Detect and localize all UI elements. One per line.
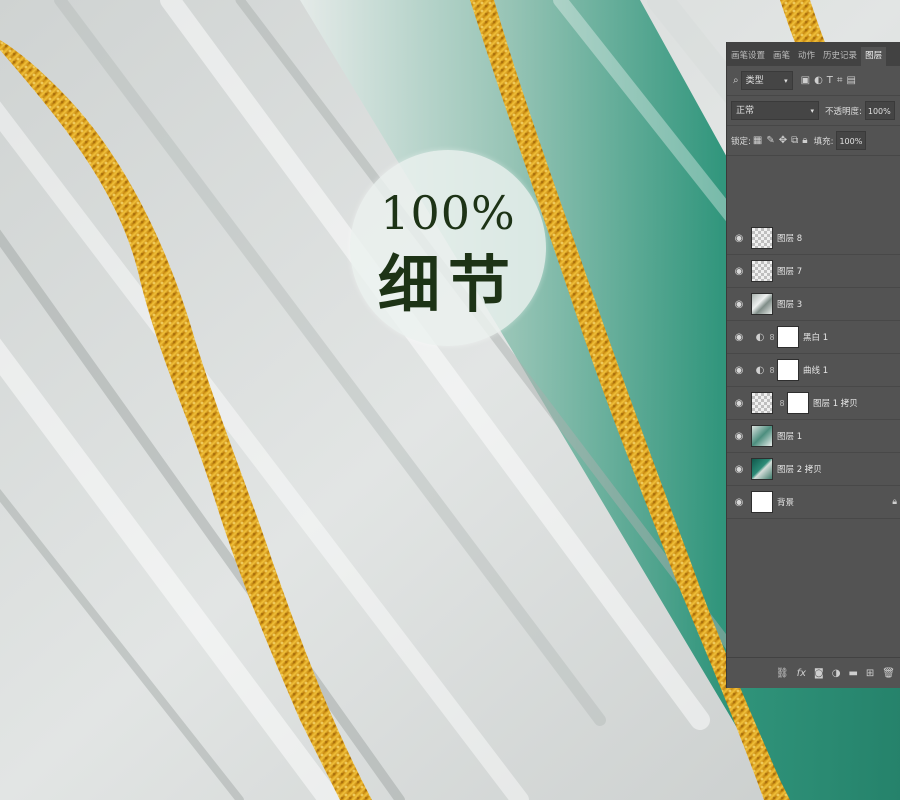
layer-row[interactable]: ◉ 图层 3 bbox=[727, 288, 900, 321]
tab-3[interactable]: 历史记录 bbox=[819, 47, 861, 66]
visibility-eye-icon[interactable]: ◉ bbox=[727, 464, 751, 475]
smart-object-filter-icon[interactable]: ▤ bbox=[847, 75, 856, 86]
lock-row: 锁定: ▦ ✎ ✥ ⧉ 🔒︎ 填充: 100% bbox=[727, 126, 900, 156]
layer-thumbnail bbox=[751, 491, 773, 513]
lock-artboard-icon[interactable]: ⧉ bbox=[791, 135, 798, 146]
adjustment-layer-icon: ◐ bbox=[755, 364, 765, 376]
layer-row[interactable]: ◉ 图层 7 bbox=[727, 255, 900, 288]
layer-row[interactable]: ◉ 8 图层 1 拷贝 bbox=[727, 387, 900, 420]
lock-paint-icon[interactable]: ✎ bbox=[766, 135, 774, 146]
layer-mask-thumbnail[interactable] bbox=[787, 392, 809, 414]
layer-row[interactable]: ◉ 图层 1 bbox=[727, 420, 900, 453]
visibility-eye-icon[interactable]: ◉ bbox=[727, 398, 751, 409]
layer-lock-icon: 🔒︎ bbox=[892, 497, 897, 507]
visibility-eye-icon[interactable]: ◉ bbox=[727, 233, 751, 244]
visibility-eye-icon[interactable]: ◉ bbox=[727, 431, 751, 442]
opacity-value: 100% bbox=[867, 107, 891, 116]
layer-name: 图层 1 拷贝 bbox=[813, 399, 858, 409]
layer-row[interactable]: ◉ 图层 2 拷贝 bbox=[727, 453, 900, 486]
fx-icon[interactable]: fx bbox=[797, 668, 806, 679]
visibility-eye-icon[interactable]: ◉ bbox=[727, 299, 751, 310]
fill-label: 填充: bbox=[813, 136, 834, 147]
layer-row[interactable]: ◉ ◐ 8 曲线 1 bbox=[727, 354, 900, 387]
trash-icon[interactable]: 🗑︎ bbox=[882, 668, 895, 679]
layer-thumbnail bbox=[751, 260, 773, 282]
panel-tabs: 画笔设置 画笔 动作 历史记录 图层 bbox=[727, 42, 900, 66]
layer-row[interactable]: ◉ ◐ 8 黑白 1 bbox=[727, 321, 900, 354]
chevron-down-icon: ▾ bbox=[784, 77, 788, 85]
blend-mode-value: 正常 bbox=[736, 106, 755, 116]
add-mask-icon[interactable]: ◙ bbox=[814, 668, 824, 679]
layer-thumbnail bbox=[751, 227, 773, 249]
lock-transparent-icon[interactable]: ▦ bbox=[753, 135, 762, 146]
layer-name: 图层 2 拷贝 bbox=[777, 465, 822, 475]
layer-name: 曲线 1 bbox=[803, 366, 829, 376]
layer-name: 背景 bbox=[777, 498, 795, 508]
visibility-eye-icon[interactable]: ◉ bbox=[727, 497, 751, 508]
layer-name: 图层 8 bbox=[777, 234, 803, 244]
adjustment-layer-icon: ◐ bbox=[755, 331, 765, 343]
new-layer-icon[interactable]: ⊞ bbox=[866, 668, 874, 679]
opacity-label: 不透明度: bbox=[825, 106, 862, 117]
mask-link-icon[interactable]: 8 bbox=[767, 366, 777, 375]
detail-badge: 100% 细节 bbox=[350, 150, 546, 346]
filter-kind-select[interactable]: 类型 ▾ bbox=[740, 71, 793, 90]
lock-move-icon[interactable]: ✥ bbox=[779, 135, 787, 146]
layer-mask-thumbnail[interactable] bbox=[777, 359, 799, 381]
layer-name: 图层 7 bbox=[777, 267, 803, 277]
badge-text: 细节 bbox=[377, 248, 518, 321]
layer-thumbnail bbox=[751, 392, 773, 414]
mask-link-icon[interactable]: 8 bbox=[767, 333, 777, 342]
blend-row: 正常 ▾ 不透明度: 100% bbox=[727, 96, 900, 126]
layer-list: ◉ 图层 8 ◉ 图层 7 ◉ 图层 3 ◉ ◐ 8 黑白 1 ◉ ◐ 8 曲线 1 ◉ 8 图层 1 拷贝 ◉ 图… bbox=[727, 222, 900, 519]
fill-value: 100% bbox=[839, 137, 863, 146]
adjustment-layer-icon[interactable]: ◑ bbox=[832, 668, 841, 679]
layer-thumbnail bbox=[751, 293, 773, 315]
image-filter-icon[interactable]: ▣ bbox=[801, 75, 810, 86]
filter-row: ⌕ 类型 ▾ ▣ ◐ T ⌗ ▤ bbox=[727, 66, 900, 96]
search-icon: ⌕ bbox=[733, 75, 739, 86]
type-filter-icon[interactable]: T bbox=[827, 75, 833, 86]
fill-field[interactable]: 100% bbox=[836, 131, 867, 150]
layer-row[interactable]: ◉ 图层 8 bbox=[727, 222, 900, 255]
lock-label: 锁定: bbox=[731, 136, 751, 147]
blend-mode-select[interactable]: 正常 ▾ bbox=[731, 101, 819, 120]
layer-row[interactable]: ◉ 背景 🔒︎ bbox=[727, 486, 900, 519]
tab-2[interactable]: 动作 bbox=[794, 47, 819, 66]
layer-thumbnail bbox=[751, 425, 773, 447]
layer-name: 图层 1 bbox=[777, 432, 803, 442]
group-folder-icon[interactable]: ▬ bbox=[848, 668, 857, 679]
panel-bottom-bar: ⛓︎ fx ◙ ◑ ▬ ⊞ 🗑︎ bbox=[727, 657, 900, 688]
adjustment-filter-icon[interactable]: ◐ bbox=[814, 75, 823, 86]
tab-1[interactable]: 画笔 bbox=[769, 47, 794, 66]
layers-panel: 画笔设置 画笔 动作 历史记录 图层 ⌕ 类型 ▾ ▣ ◐ T ⌗ ▤ 正常 ▾ 不透明… bbox=[726, 42, 900, 688]
visibility-eye-icon[interactable]: ◉ bbox=[727, 266, 751, 277]
opacity-field[interactable]: 100% bbox=[864, 101, 895, 120]
tab-0[interactable]: 画笔设置 bbox=[727, 47, 769, 66]
layer-thumbnail bbox=[751, 458, 773, 480]
layer-name: 黑白 1 bbox=[803, 333, 829, 343]
layer-name: 图层 3 bbox=[777, 300, 803, 310]
badge-percent: 100% bbox=[380, 186, 516, 240]
shape-filter-icon[interactable]: ⌗ bbox=[837, 75, 843, 86]
visibility-eye-icon[interactable]: ◉ bbox=[727, 365, 751, 376]
lock-all-icon[interactable]: 🔒︎ bbox=[802, 135, 807, 146]
tab-4[interactable]: 图层 bbox=[861, 47, 887, 66]
filter-kind-label: 类型 bbox=[745, 76, 764, 86]
chevron-down-icon: ▾ bbox=[810, 107, 814, 115]
visibility-eye-icon[interactable]: ◉ bbox=[727, 332, 751, 343]
mask-link-icon[interactable]: 8 bbox=[777, 399, 787, 408]
link-layers-icon[interactable]: ⛓︎ bbox=[776, 668, 789, 679]
layer-mask-thumbnail[interactable] bbox=[777, 326, 799, 348]
